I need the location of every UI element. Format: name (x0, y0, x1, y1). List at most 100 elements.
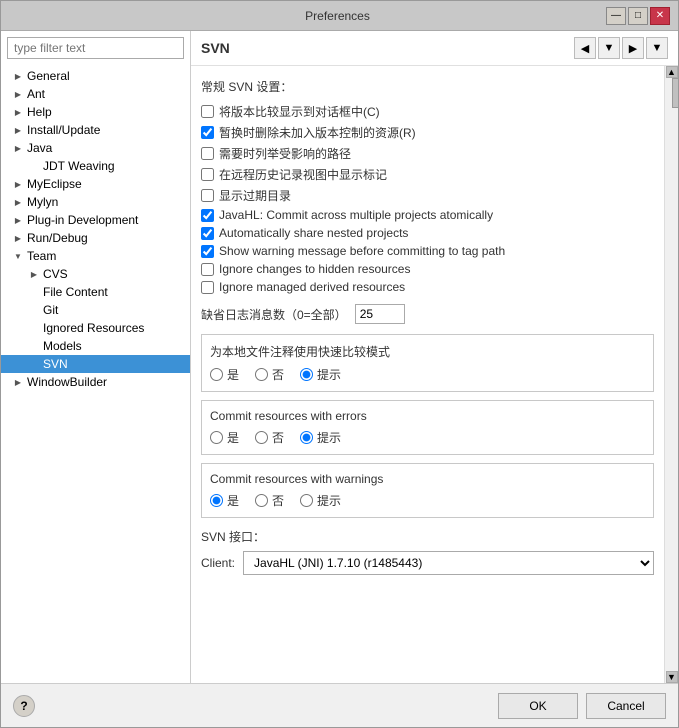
tree-label-general: General (25, 69, 186, 83)
radio-cw_yes[interactable] (210, 494, 223, 507)
checkbox-cb3[interactable] (201, 147, 214, 160)
checkbox-label-cb2: 暂换时删除未加入版本控制的资源(R) (219, 124, 416, 141)
checkbox-cb1[interactable] (201, 105, 214, 118)
radio-lc_yes[interactable] (210, 368, 223, 381)
tree-label-svn: SVN (41, 357, 186, 371)
tree-item-run-debug[interactable]: ▶Run/Debug (1, 229, 190, 247)
tree-item-ant[interactable]: ▶Ant (1, 85, 190, 103)
tree-arrow-cvs[interactable]: ▶ (27, 267, 41, 281)
scroll-up[interactable]: ▲ (666, 66, 678, 78)
tree-area: ▶General▶Ant▶Help▶Install/Update▶JavaJDT… (1, 65, 190, 683)
back-button[interactable]: ◀ (574, 37, 596, 59)
forward-button[interactable]: ▶ (622, 37, 644, 59)
checkbox-row-cb7: Automatically share nested projects (201, 226, 654, 240)
scroll-thumb[interactable] (672, 78, 679, 108)
right-content: 常规 SVN 设置： 将版本比较显示到对话框中(C) 暂换时删除未加入版本控制的… (191, 66, 664, 683)
tree-arrow-team[interactable]: ▼ (11, 249, 25, 263)
radio-ce_prompt[interactable] (300, 431, 313, 444)
radio-option-ce_yes: 是 (210, 429, 239, 446)
tree-label-windowbuilder: WindowBuilder (25, 375, 186, 389)
checkbox-cb9[interactable] (201, 263, 214, 276)
tree-arrow-ant[interactable]: ▶ (11, 87, 25, 101)
checkbox-row-cb10: Ignore managed derived resources (201, 280, 654, 294)
tree-item-team[interactable]: ▼Team (1, 247, 190, 265)
commit-warning-radio-row: 是 否 提示 (210, 492, 645, 509)
tree-arrow-general[interactable]: ▶ (11, 69, 25, 83)
checkbox-cb6[interactable] (201, 209, 214, 222)
tree-arrow-windowbuilder[interactable]: ▶ (11, 375, 25, 389)
ok-button[interactable]: OK (498, 693, 578, 719)
radio-lc_no[interactable] (255, 368, 268, 381)
tree-item-plugin-development[interactable]: ▶Plug-in Development (1, 211, 190, 229)
checkbox-cb2[interactable] (201, 126, 214, 139)
tree-label-help: Help (25, 105, 186, 119)
tree-item-windowbuilder[interactable]: ▶WindowBuilder (1, 373, 190, 391)
checkbox-cb8[interactable] (201, 245, 214, 258)
tree-item-models[interactable]: Models (1, 337, 190, 355)
preferences-dialog: Preferences — □ ✕ ▶General▶Ant▶Help▶Inst… (0, 0, 679, 728)
right-header: SVN ◀ ▼ ▶ ▼ (191, 31, 678, 66)
radio-label-cw_prompt: 提示 (317, 492, 341, 509)
checkbox-cb7[interactable] (201, 227, 214, 240)
tree-arrow-java[interactable]: ▶ (11, 141, 25, 155)
radio-label-cw_no: 否 (272, 492, 284, 509)
tree-item-myeclipse[interactable]: ▶MyEclipse (1, 175, 190, 193)
right-panel-title: SVN (201, 40, 230, 56)
cancel-button[interactable]: Cancel (586, 693, 666, 719)
radio-cw_no[interactable] (255, 494, 268, 507)
local-compare-radio-row: 是 否 提示 (210, 366, 645, 383)
tree-arrow-plugin-development[interactable]: ▶ (11, 213, 25, 227)
tree-item-install-update[interactable]: ▶Install/Update (1, 121, 190, 139)
radio-ce_yes[interactable] (210, 431, 223, 444)
radio-ce_no[interactable] (255, 431, 268, 444)
left-panel: ▶General▶Ant▶Help▶Install/Update▶JavaJDT… (1, 31, 191, 683)
checkbox-label-cb1: 将版本比较显示到对话框中(C) (219, 103, 380, 120)
radio-option-cw_prompt: 提示 (300, 492, 341, 509)
tree-item-jdt-weaving[interactable]: JDT Weaving (1, 157, 190, 175)
checkbox-row-cb4: 在远程历史记录视图中显示标记 (201, 166, 654, 183)
radio-label-lc_no: 否 (272, 366, 284, 383)
filter-input[interactable] (7, 37, 184, 59)
tree-label-git: Git (41, 303, 186, 317)
tree-item-mylyn[interactable]: ▶Mylyn (1, 193, 190, 211)
tree-arrow-install-update[interactable]: ▶ (11, 123, 25, 137)
right-scrollbar[interactable]: ▲ ▼ (664, 66, 678, 683)
tree-item-file-content[interactable]: File Content (1, 283, 190, 301)
toolbar-dropdown2[interactable]: ▼ (646, 37, 668, 59)
tree-item-general[interactable]: ▶General (1, 67, 190, 85)
help-button[interactable]: ? (13, 695, 35, 717)
tree-item-help[interactable]: ▶Help (1, 103, 190, 121)
checkbox-cb5[interactable] (201, 189, 214, 202)
tree-item-cvs[interactable]: ▶CVS (1, 265, 190, 283)
checkbox-cb10[interactable] (201, 281, 214, 294)
close-button[interactable]: ✕ (650, 7, 670, 25)
tree-item-svn[interactable]: SVN (1, 355, 190, 373)
client-select[interactable]: JavaHL (JNI) 1.7.10 (r1485443)SVNKitSVNK… (243, 551, 654, 575)
tree-item-java[interactable]: ▶Java (1, 139, 190, 157)
tree-arrow-placeholder (27, 339, 41, 353)
tree-arrow-myeclipse[interactable]: ▶ (11, 177, 25, 191)
minimize-button[interactable]: — (606, 7, 626, 25)
commit-error-group: Commit resources with errors 是 否 提示 (201, 400, 654, 455)
tree-item-ignored-resources[interactable]: Ignored Resources (1, 319, 190, 337)
checkbox-row-cb3: 需要时列举受影响的路径 (201, 145, 654, 162)
scroll-down[interactable]: ▼ (666, 671, 678, 683)
tree-item-git[interactable]: Git (1, 301, 190, 319)
maximize-button[interactable]: □ (628, 7, 648, 25)
client-row: Client: JavaHL (JNI) 1.7.10 (r1485443)SV… (201, 551, 654, 575)
checkbox-cb4[interactable] (201, 168, 214, 181)
radio-lc_prompt[interactable] (300, 368, 313, 381)
checkbox-label-cb3: 需要时列举受影响的路径 (219, 145, 351, 162)
checkbox-row-cb6: JavaHL: Commit across multiple projects … (201, 208, 654, 222)
toolbar-dropdown1[interactable]: ▼ (598, 37, 620, 59)
tree-arrow-help[interactable]: ▶ (11, 105, 25, 119)
tree-arrow-placeholder (27, 303, 41, 317)
dialog-content: ▶General▶Ant▶Help▶Install/Update▶JavaJDT… (1, 31, 678, 683)
tree-arrow-placeholder (27, 357, 41, 371)
checkbox-label-cb10: Ignore managed derived resources (219, 280, 405, 294)
radio-cw_prompt[interactable] (300, 494, 313, 507)
tree-arrow-mylyn[interactable]: ▶ (11, 195, 25, 209)
checkbox-label-cb6: JavaHL: Commit across multiple projects … (219, 208, 493, 222)
tree-arrow-run-debug[interactable]: ▶ (11, 231, 25, 245)
log-field-input[interactable] (355, 304, 405, 324)
